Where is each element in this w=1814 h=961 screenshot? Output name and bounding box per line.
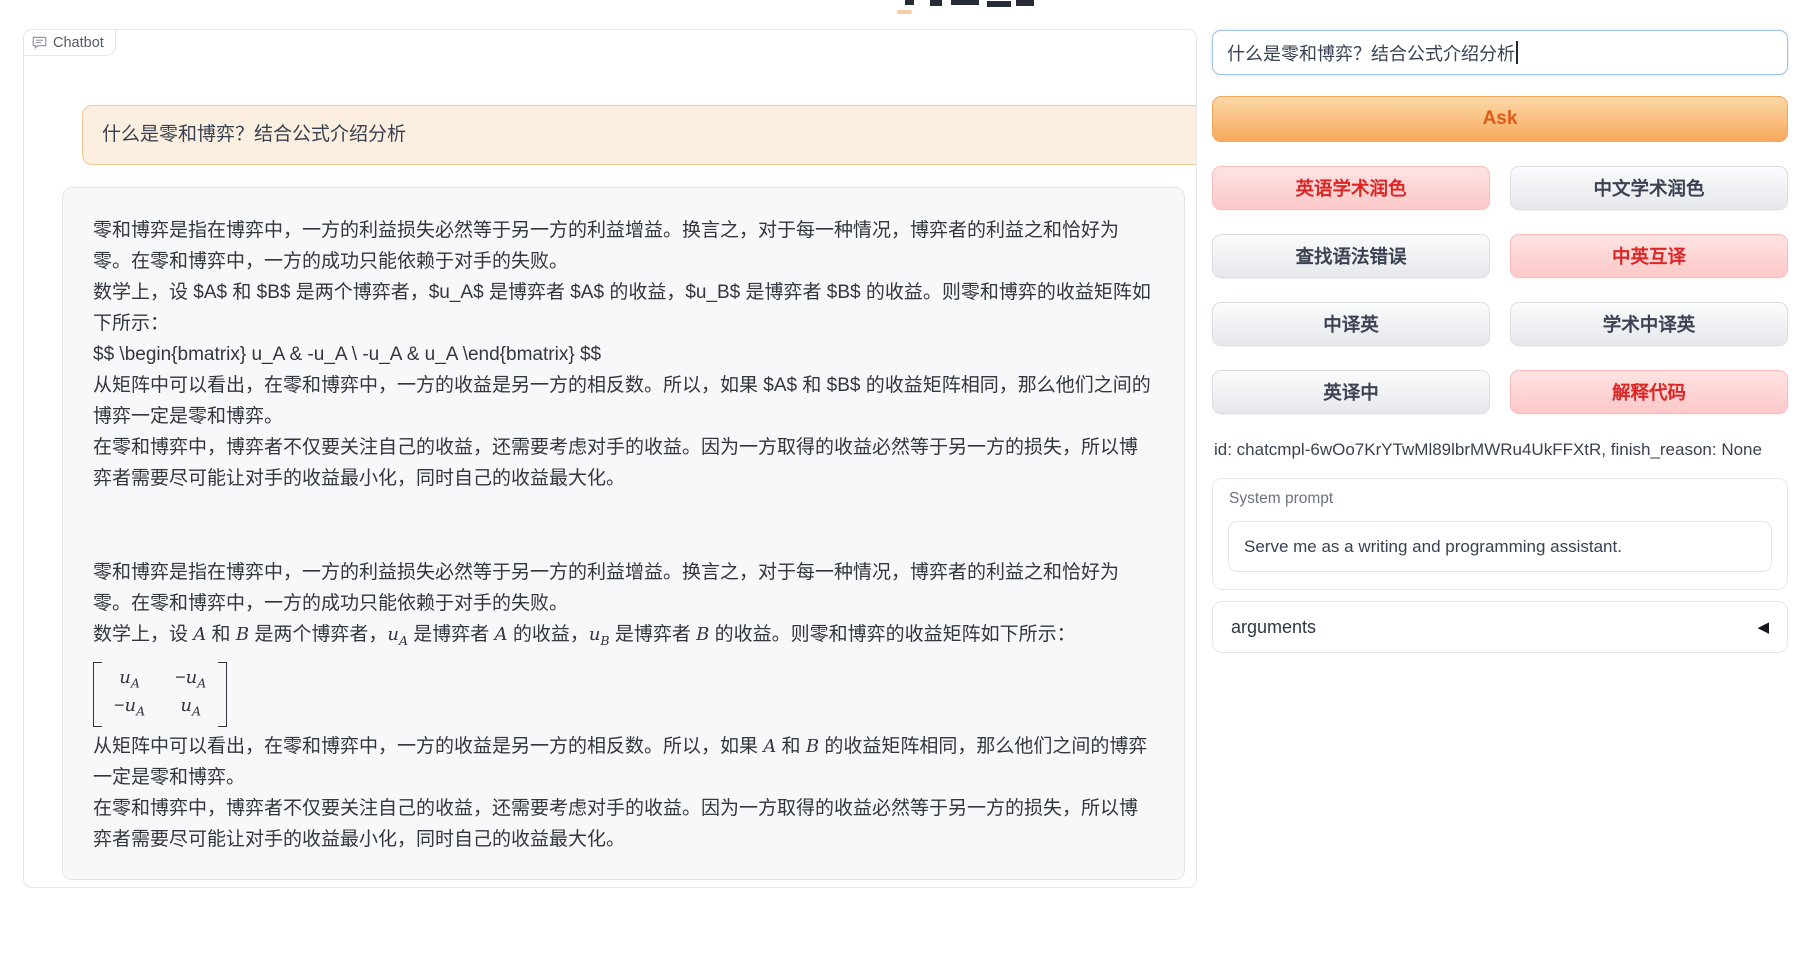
quick-button-zh-en-mutual-translate[interactable]: 中英互译 bbox=[1510, 234, 1788, 278]
bot-raw-paragraph: 在零和博弈中，博弈者不仅要关注自己的收益，还需要考虑对手的收益。因为一方取得的收… bbox=[93, 432, 1154, 494]
quick-button-label: 英译中 bbox=[1323, 379, 1379, 405]
chatbot-label: Chatbot bbox=[23, 29, 116, 56]
user-message-bubble: 什么是零和博弈？结合公式介绍分析 bbox=[82, 105, 1197, 165]
arguments-accordion-label: arguments bbox=[1231, 617, 1316, 638]
arguments-accordion-header[interactable]: arguments ◀ bbox=[1212, 601, 1788, 653]
title-glyph-fragment bbox=[1016, 0, 1034, 6]
title-accent-fragment bbox=[897, 10, 912, 14]
question-input-value: 什么是零和博弈？结合公式介绍分析 bbox=[1227, 40, 1515, 66]
app-screen: 什么是零和博弈？结合公式介绍分析 零和博弈是指在博弈中，一方的利益损失必然等于另… bbox=[0, 0, 1814, 961]
matrix-cell: −uA bbox=[114, 694, 145, 723]
system-prompt-group: System prompt Serve me as a writing and … bbox=[1212, 478, 1788, 590]
bot-raw-paragraph: 零和博弈是指在博弈中，一方的利益损失必然等于另一方的利益增益。换言之，对于每一种… bbox=[93, 215, 1154, 277]
title-glyph-fragment bbox=[951, 0, 979, 5]
quick-button-label: 英语学术润色 bbox=[1295, 175, 1406, 201]
title-glyph-fragment bbox=[987, 1, 1011, 7]
quick-button-en-to-zh[interactable]: 英译中 bbox=[1212, 370, 1490, 414]
matrix-cell: uA bbox=[119, 666, 140, 695]
bot-raw-latex-source: $$ \begin{bmatrix} u_A & -u_A \ -u_A & u… bbox=[93, 339, 1154, 370]
bot-raw-paragraph: 数学上，设 $A$ 和 $B$ 是两个博弈者，$u_A$ 是博弈者 $A$ 的收… bbox=[93, 277, 1154, 339]
bot-rendered-paragraph: 零和博弈是指在博弈中，一方的利益损失必然等于另一方的利益增益。换言之，对于每一种… bbox=[93, 557, 1154, 619]
quick-button-english-academic-polish[interactable]: 英语学术润色 bbox=[1212, 166, 1490, 210]
quick-button-explain-code[interactable]: 解释代码 bbox=[1510, 370, 1788, 414]
quick-button-label: 查找语法错误 bbox=[1295, 243, 1406, 269]
matrix-cell: −uA bbox=[175, 666, 206, 695]
quick-button-label: 中文学术润色 bbox=[1593, 175, 1704, 201]
chatbot-label-text: Chatbot bbox=[53, 35, 104, 51]
quick-button-label: 解释代码 bbox=[1612, 379, 1686, 405]
quick-button-label: 中译英 bbox=[1323, 311, 1379, 337]
quick-button-find-grammar-errors[interactable]: 查找语法错误 bbox=[1212, 234, 1490, 278]
matrix-cells: uA −uA −uA uA bbox=[102, 662, 218, 727]
system-prompt-label: System prompt bbox=[1229, 490, 1333, 508]
quick-button-chinese-academic-polish[interactable]: 中文学术润色 bbox=[1510, 166, 1788, 210]
clipped-page-title bbox=[0, 0, 1814, 16]
bot-rendered-paragraph: 从矩阵中可以看出，在零和博弈中，一方的收益是另一方的相反数。所以，如果 A 和 … bbox=[93, 731, 1154, 793]
bot-message-rendered: 零和博弈是指在博弈中，一方的利益损失必然等于另一方的利益增益。换言之，对于每一种… bbox=[93, 557, 1154, 855]
title-glyph-fragment bbox=[930, 0, 942, 6]
bot-message-raw-markdown: 零和博弈是指在博弈中，一方的利益损失必然等于另一方的利益增益。换言之，对于每一种… bbox=[93, 215, 1154, 494]
ask-button[interactable]: Ask bbox=[1212, 96, 1788, 142]
chat-bubble-icon bbox=[32, 35, 47, 50]
question-input[interactable]: 什么是零和博弈？结合公式介绍分析 bbox=[1212, 30, 1788, 75]
text-caret bbox=[1516, 41, 1518, 64]
response-status-line: id: chatcmpl-6wOo7KrYTwMl89lbrMWRu4UkFFX… bbox=[1214, 440, 1762, 460]
matrix-left-bracket bbox=[93, 662, 102, 727]
quick-action-grid: 英语学术润色 中文学术润色 查找语法错误 中英互译 中译英 学术中译英 英译中 … bbox=[1212, 166, 1788, 414]
bot-message-bubble: 零和博弈是指在博弈中，一方的利益损失必然等于另一方的利益增益。换言之，对于每一种… bbox=[62, 187, 1185, 880]
bot-rendered-paragraph: 在零和博弈中，博弈者不仅要关注自己的收益，还需要考虑对手的收益。因为一方取得的收… bbox=[93, 793, 1154, 855]
payoff-matrix: uA −uA −uA uA bbox=[93, 662, 227, 727]
system-prompt-value: Serve me as a writing and programming as… bbox=[1244, 537, 1622, 557]
quick-button-zh-to-en[interactable]: 中译英 bbox=[1212, 302, 1490, 346]
quick-button-academic-zh-to-en[interactable]: 学术中译英 bbox=[1510, 302, 1788, 346]
user-message-text: 什么是零和博弈？结合公式介绍分析 bbox=[102, 124, 406, 145]
matrix-right-bracket bbox=[218, 662, 227, 727]
matrix-cell: uA bbox=[180, 694, 201, 723]
system-prompt-input[interactable]: Serve me as a writing and programming as… bbox=[1228, 521, 1772, 572]
title-glyph-fragment bbox=[905, 0, 914, 5]
bot-raw-paragraph: 从矩阵中可以看出，在零和博弈中，一方的收益是另一方的相反数。所以，如果 $A$ … bbox=[93, 370, 1154, 432]
chatbot-panel: 什么是零和博弈？结合公式介绍分析 零和博弈是指在博弈中，一方的利益损失必然等于另… bbox=[23, 29, 1197, 888]
quick-button-label: 学术中译英 bbox=[1603, 311, 1696, 337]
bot-rendered-paragraph: 数学上，设 A 和 B 是两个博弈者，uA 是博弈者 A 的收益，uB 是博弈者… bbox=[93, 619, 1154, 656]
quick-button-label: 中英互译 bbox=[1612, 243, 1686, 269]
ask-button-label: Ask bbox=[1483, 108, 1518, 130]
accordion-collapse-icon: ◀ bbox=[1757, 618, 1769, 636]
